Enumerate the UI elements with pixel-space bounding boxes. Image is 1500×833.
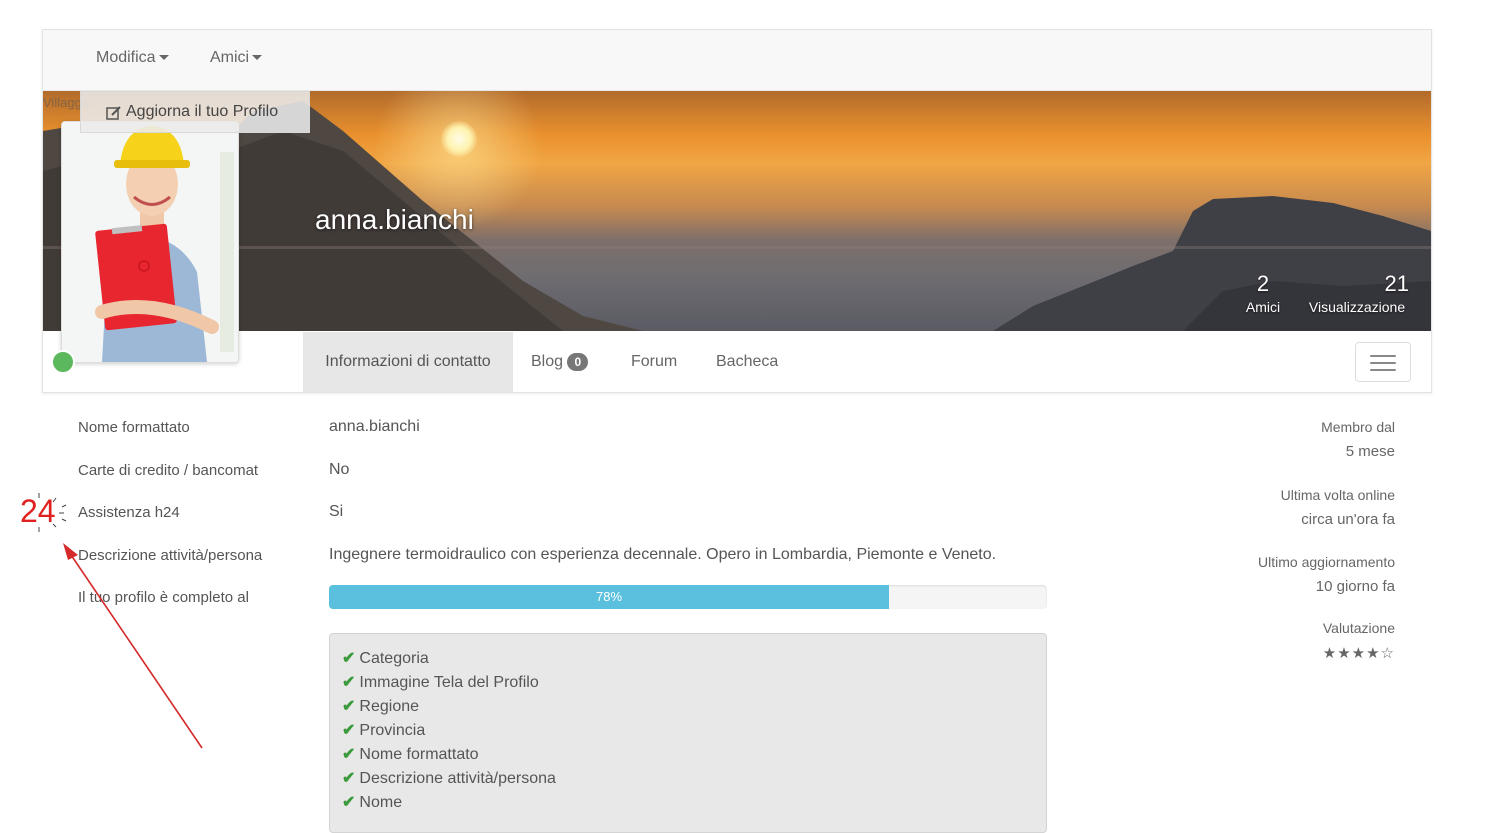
caret-down-icon (158, 55, 169, 61)
check-icon: ✔ (342, 770, 356, 787)
avatar[interactable] (61, 121, 239, 363)
online-status-indicator (51, 350, 75, 374)
field-value-credit-cards: No (329, 461, 350, 478)
member-since: Membro dal 5 mese (1321, 419, 1395, 460)
rating-stars-icon: ★★★★☆ (1322, 645, 1395, 662)
list-item: ✔ Categoria (342, 648, 429, 668)
menu-toggle-button[interactable] (1355, 342, 1411, 382)
list-item-label: Regione (359, 698, 420, 715)
list-item-label: Provincia (359, 722, 426, 739)
edit-menu-label: Modifica (96, 49, 156, 66)
last-update-label: Ultimo aggiornamento (1258, 554, 1395, 570)
last-update-value: 10 giorno fa (1315, 578, 1395, 595)
progress-bar-fill: 78% (329, 585, 890, 609)
update-profile-button[interactable]: Aggiorna il tuo Profilo (80, 91, 310, 133)
tab-forum-label: Forum (631, 353, 678, 370)
views-count: 21 (1384, 271, 1409, 296)
list-item-label: Descrizione attività/persona (359, 770, 556, 787)
field-label-assistance-24h: Assistenza h24 (78, 504, 180, 521)
edit-icon (106, 106, 121, 120)
views-stat: 21 Visualizzazione (1305, 271, 1409, 315)
check-icon: ✔ (342, 722, 356, 739)
friends-menu[interactable]: Amici (210, 49, 263, 67)
cover-username: anna.bianchi (315, 204, 474, 235)
last-online-label: Ultima volta online (1280, 487, 1395, 503)
last-online-value: circa un'ora fa (1301, 511, 1395, 528)
blog-count-badge: 0 (567, 352, 589, 371)
annotation-arrow (63, 543, 203, 749)
profile-card: Modifica Amici anna.bianchi 2 Amici 21 V… (42, 29, 1432, 393)
field-label-formatted-name: Nome formattato (78, 419, 190, 436)
tab-blog[interactable]: Blog 0 (531, 332, 589, 392)
check-icon: ✔ (342, 674, 356, 691)
top-nav: Modifica Amici (43, 30, 1431, 91)
check-icon: ✔ (342, 698, 356, 715)
edit-menu[interactable]: Modifica (96, 49, 169, 67)
field-label-profile-completion: Il tuo profilo è completo al (78, 589, 249, 606)
profile-completion-progress: 78% (329, 585, 1047, 609)
field-value-formatted-name: anna.bianchi (329, 418, 420, 435)
list-item-label: Categoria (359, 650, 429, 667)
tab-board-label: Bacheca (716, 353, 779, 370)
tab-blog-label: Blog (531, 353, 564, 370)
caret-down-icon (252, 55, 263, 61)
rating-label: Valutazione (1322, 620, 1395, 636)
views-stat-label: Visualizzazione (1308, 299, 1406, 315)
last-update: Ultimo aggiornamento 10 giorno fa (1258, 554, 1395, 595)
field-label-description: Descrizione attività/persona (78, 547, 263, 564)
list-item-label: Nome formattato (359, 746, 479, 763)
annotation-number: 24 (20, 493, 56, 529)
list-item: ✔ Provincia (342, 720, 425, 740)
list-item: ✔ Descrizione attività/persona (342, 768, 556, 788)
hamburger-icon (1370, 369, 1396, 371)
friends-count: 2 (1256, 271, 1270, 296)
list-item: ✔ Regione (342, 696, 419, 716)
tab-forum[interactable]: Forum (631, 332, 677, 392)
check-icon: ✔ (342, 794, 356, 811)
last-online: Ultima volta online circa un'ora fa (1281, 487, 1395, 528)
field-value-assistance-24h: Si (329, 503, 344, 520)
avatar-illustration (62, 122, 238, 362)
tab-contact-info[interactable]: Informazioni di contatto (303, 332, 513, 392)
update-profile-label: Aggiorna il tuo Profilo (126, 103, 279, 120)
member-since-value: 5 mese (1345, 443, 1395, 460)
completed-items-list: ✔ Categoria ✔ Immagine Tela del Profilo ✔ R… (329, 633, 1047, 833)
list-item: ✔ Immagine Tela del Profilo (342, 672, 539, 692)
list-item: ✔ Nome formattato (342, 744, 479, 764)
friends-menu-label: Amici (210, 49, 250, 66)
check-icon: ✔ (342, 746, 356, 763)
list-item-label: Nome (359, 794, 403, 811)
field-label-credit-cards: Carte di credito / bancomat (78, 462, 259, 479)
hamburger-icon (1370, 355, 1396, 357)
rating: Valutazione ★★★★☆ (1323, 620, 1395, 662)
field-value-description: Ingegnere termoidraulico con esperienza … (329, 546, 997, 563)
member-since-label: Membro dal (1321, 419, 1395, 435)
list-item-label: Immagine Tela del Profilo (359, 674, 539, 691)
friends-stat-label: Amici (1245, 299, 1281, 315)
list-item: ✔ Nome (342, 792, 402, 812)
tab-board[interactable]: Bacheca (716, 332, 778, 392)
hamburger-icon (1370, 362, 1396, 364)
friends-stat[interactable]: 2 Amici (1241, 271, 1285, 315)
check-icon: ✔ (342, 650, 356, 667)
tab-contact-info-label: Informazioni di contatto (325, 353, 491, 370)
